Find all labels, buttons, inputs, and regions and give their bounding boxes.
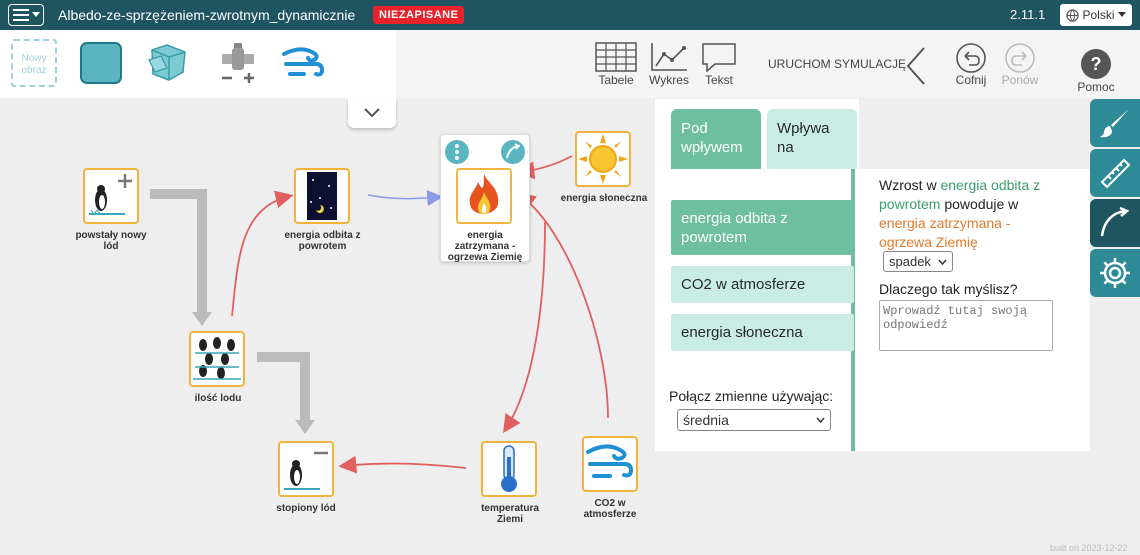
node-label: powstały nowy lód bbox=[75, 230, 147, 252]
variable-solar-energy[interactable]: energia słoneczna bbox=[671, 314, 854, 351]
why-textarea[interactable] bbox=[879, 300, 1053, 351]
flow-pipe-melted-ice[interactable] bbox=[257, 352, 315, 434]
link-tool-button[interactable] bbox=[1090, 199, 1140, 247]
node-solar-energy[interactable] bbox=[575, 131, 631, 187]
node-ice-amount[interactable] bbox=[189, 331, 245, 387]
ruler-icon bbox=[1100, 158, 1131, 189]
node-earth-temperature[interactable] bbox=[481, 441, 537, 497]
node-label: stopiony lód bbox=[276, 503, 336, 514]
node-menu-icon[interactable] bbox=[444, 139, 470, 165]
gear-icon bbox=[1100, 258, 1130, 288]
variable-reflected-energy[interactable]: energia odbita z powrotem bbox=[671, 200, 854, 255]
link-tool-icon[interactable] bbox=[500, 139, 526, 165]
wind-icon bbox=[586, 444, 634, 478]
link-ice-to-reflected[interactable] bbox=[231, 190, 294, 317]
relation-middle: powoduje w bbox=[944, 196, 1019, 212]
penguin-group-icon bbox=[193, 337, 241, 380]
combine-select-value: średnia bbox=[683, 412, 729, 428]
node-label: CO2 w atmosferze bbox=[583, 498, 637, 520]
node-label: temperatura Ziemi bbox=[481, 503, 539, 525]
why-label: Dlaczego tak myślisz? bbox=[879, 281, 1018, 297]
tab-affected-by[interactable]: Pod wpływem bbox=[671, 109, 761, 169]
settings-button[interactable] bbox=[1090, 249, 1140, 297]
relation-target: energia zatrzymana - ogrzewa Ziemię bbox=[879, 215, 1011, 250]
link-co2-to-trapped[interactable] bbox=[517, 192, 609, 419]
node-label: energia zatrzymana - ogrzewa Ziemię bbox=[447, 230, 523, 263]
style-tool-button[interactable] bbox=[1090, 99, 1140, 147]
effect-select-value: spadek bbox=[889, 254, 931, 269]
link-reflected-to-trapped[interactable] bbox=[367, 190, 444, 206]
node-label: ilość lodu bbox=[194, 393, 242, 404]
relation-prefix: Wzrost w bbox=[879, 177, 937, 193]
night-sky-icon bbox=[307, 172, 337, 220]
node-reflected-energy[interactable] bbox=[294, 168, 350, 224]
build-info: built on 2023-12-22 bbox=[1050, 543, 1128, 553]
curved-arrow-icon bbox=[1100, 206, 1130, 237]
sun-icon bbox=[578, 134, 628, 184]
fire-icon bbox=[469, 174, 499, 215]
link-temperature-to-melted[interactable] bbox=[338, 455, 467, 474]
tab-affects[interactable]: Wpływa na bbox=[767, 109, 857, 169]
node-melted-ice[interactable] bbox=[278, 441, 334, 497]
effect-select[interactable]: spadek bbox=[883, 251, 953, 272]
node-new-ice[interactable] bbox=[83, 168, 139, 224]
node-label: energia słoneczna bbox=[560, 193, 648, 204]
relation-sentence: Wzrost w energia odbita z powrotem powod… bbox=[879, 176, 1054, 252]
chevron-down-icon bbox=[938, 259, 947, 265]
chevron-down-icon bbox=[816, 417, 825, 423]
node-trapped-energy[interactable] bbox=[456, 168, 512, 224]
penguin-icon bbox=[89, 174, 132, 215]
combine-label: Połącz zmienne używając: bbox=[669, 388, 834, 404]
penguin-minus-icon bbox=[284, 451, 328, 490]
node-label: energia odbita z powrotem bbox=[284, 230, 361, 252]
combine-select[interactable]: średnia bbox=[677, 409, 831, 431]
thermometer-icon bbox=[501, 445, 517, 492]
node-co2[interactable] bbox=[582, 436, 638, 492]
ruler-tool-button[interactable] bbox=[1090, 149, 1140, 197]
flow-pipe-new-ice[interactable] bbox=[150, 189, 212, 326]
variable-co2[interactable]: CO2 w atmosferze bbox=[671, 266, 854, 303]
paintbrush-icon bbox=[1100, 109, 1129, 138]
